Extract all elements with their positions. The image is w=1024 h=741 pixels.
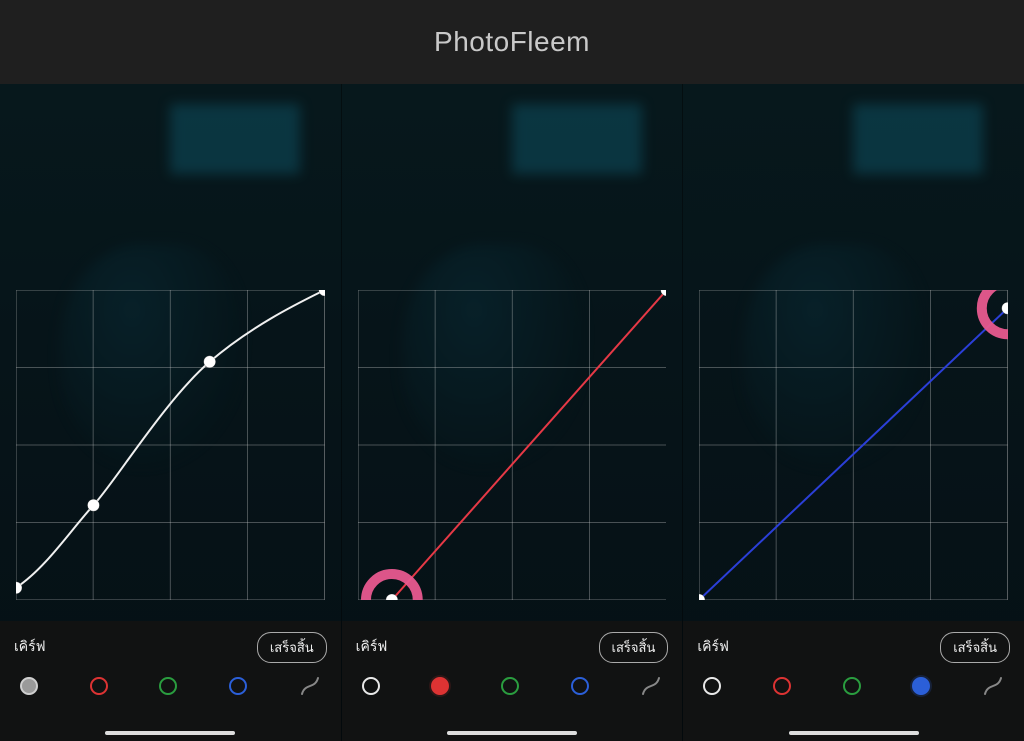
channel-red[interactable] [90, 677, 108, 695]
panel-footer: เคิร์ฟ เสร็จสิ้น [342, 621, 683, 741]
curve-label: เคิร์ฟ [14, 636, 46, 658]
channel-blue[interactable] [229, 677, 247, 695]
panel-footer: เคิร์ฟ เสร็จสิ้น [683, 621, 1024, 741]
channel-green[interactable] [159, 677, 177, 695]
curve-editor[interactable] [358, 290, 667, 600]
photo-bg [170, 104, 300, 174]
channel-white[interactable] [20, 677, 38, 695]
reset-curve-icon[interactable] [982, 675, 1004, 697]
panel-white: เคิร์ฟ เสร็จสิ้น [0, 84, 342, 741]
panels-row: เคิร์ฟ เสร็จสิ้น [0, 84, 1024, 741]
channel-green[interactable] [843, 677, 861, 695]
channel-green[interactable] [501, 677, 519, 695]
curve-label: เคิร์ฟ [356, 636, 388, 658]
curve-point[interactable] [87, 499, 99, 511]
channel-blue[interactable] [571, 677, 589, 695]
photo-bg [512, 104, 642, 174]
home-indicator [105, 731, 235, 735]
done-button[interactable]: เสร็จสิ้น [599, 632, 669, 663]
channel-white[interactable] [362, 677, 380, 695]
done-button[interactable]: เสร็จสิ้น [257, 632, 327, 663]
curve-editor[interactable] [16, 290, 325, 600]
curve-point[interactable] [204, 356, 216, 368]
home-indicator [447, 731, 577, 735]
channel-white[interactable] [703, 677, 721, 695]
app-header: PhotoFleem [0, 0, 1024, 84]
reset-curve-icon[interactable] [640, 675, 662, 697]
curve-editor[interactable] [699, 290, 1008, 600]
curve-label: เคิร์ฟ [697, 636, 729, 658]
app-title: PhotoFleem [434, 26, 590, 58]
reset-curve-icon[interactable] [299, 675, 321, 697]
photo-bg [853, 104, 983, 174]
channel-red[interactable] [773, 677, 791, 695]
done-button[interactable]: เสร็จสิ้น [940, 632, 1010, 663]
channel-red[interactable] [431, 677, 449, 695]
panel-blue: เคิร์ฟ เสร็จสิ้น [683, 84, 1024, 741]
home-indicator [789, 731, 919, 735]
curve-point[interactable] [319, 290, 325, 296]
channel-blue[interactable] [912, 677, 930, 695]
panel-footer: เคิร์ฟ เสร็จสิ้น [0, 621, 341, 741]
panel-red: เคิร์ฟ เสร็จสิ้น [342, 84, 684, 741]
